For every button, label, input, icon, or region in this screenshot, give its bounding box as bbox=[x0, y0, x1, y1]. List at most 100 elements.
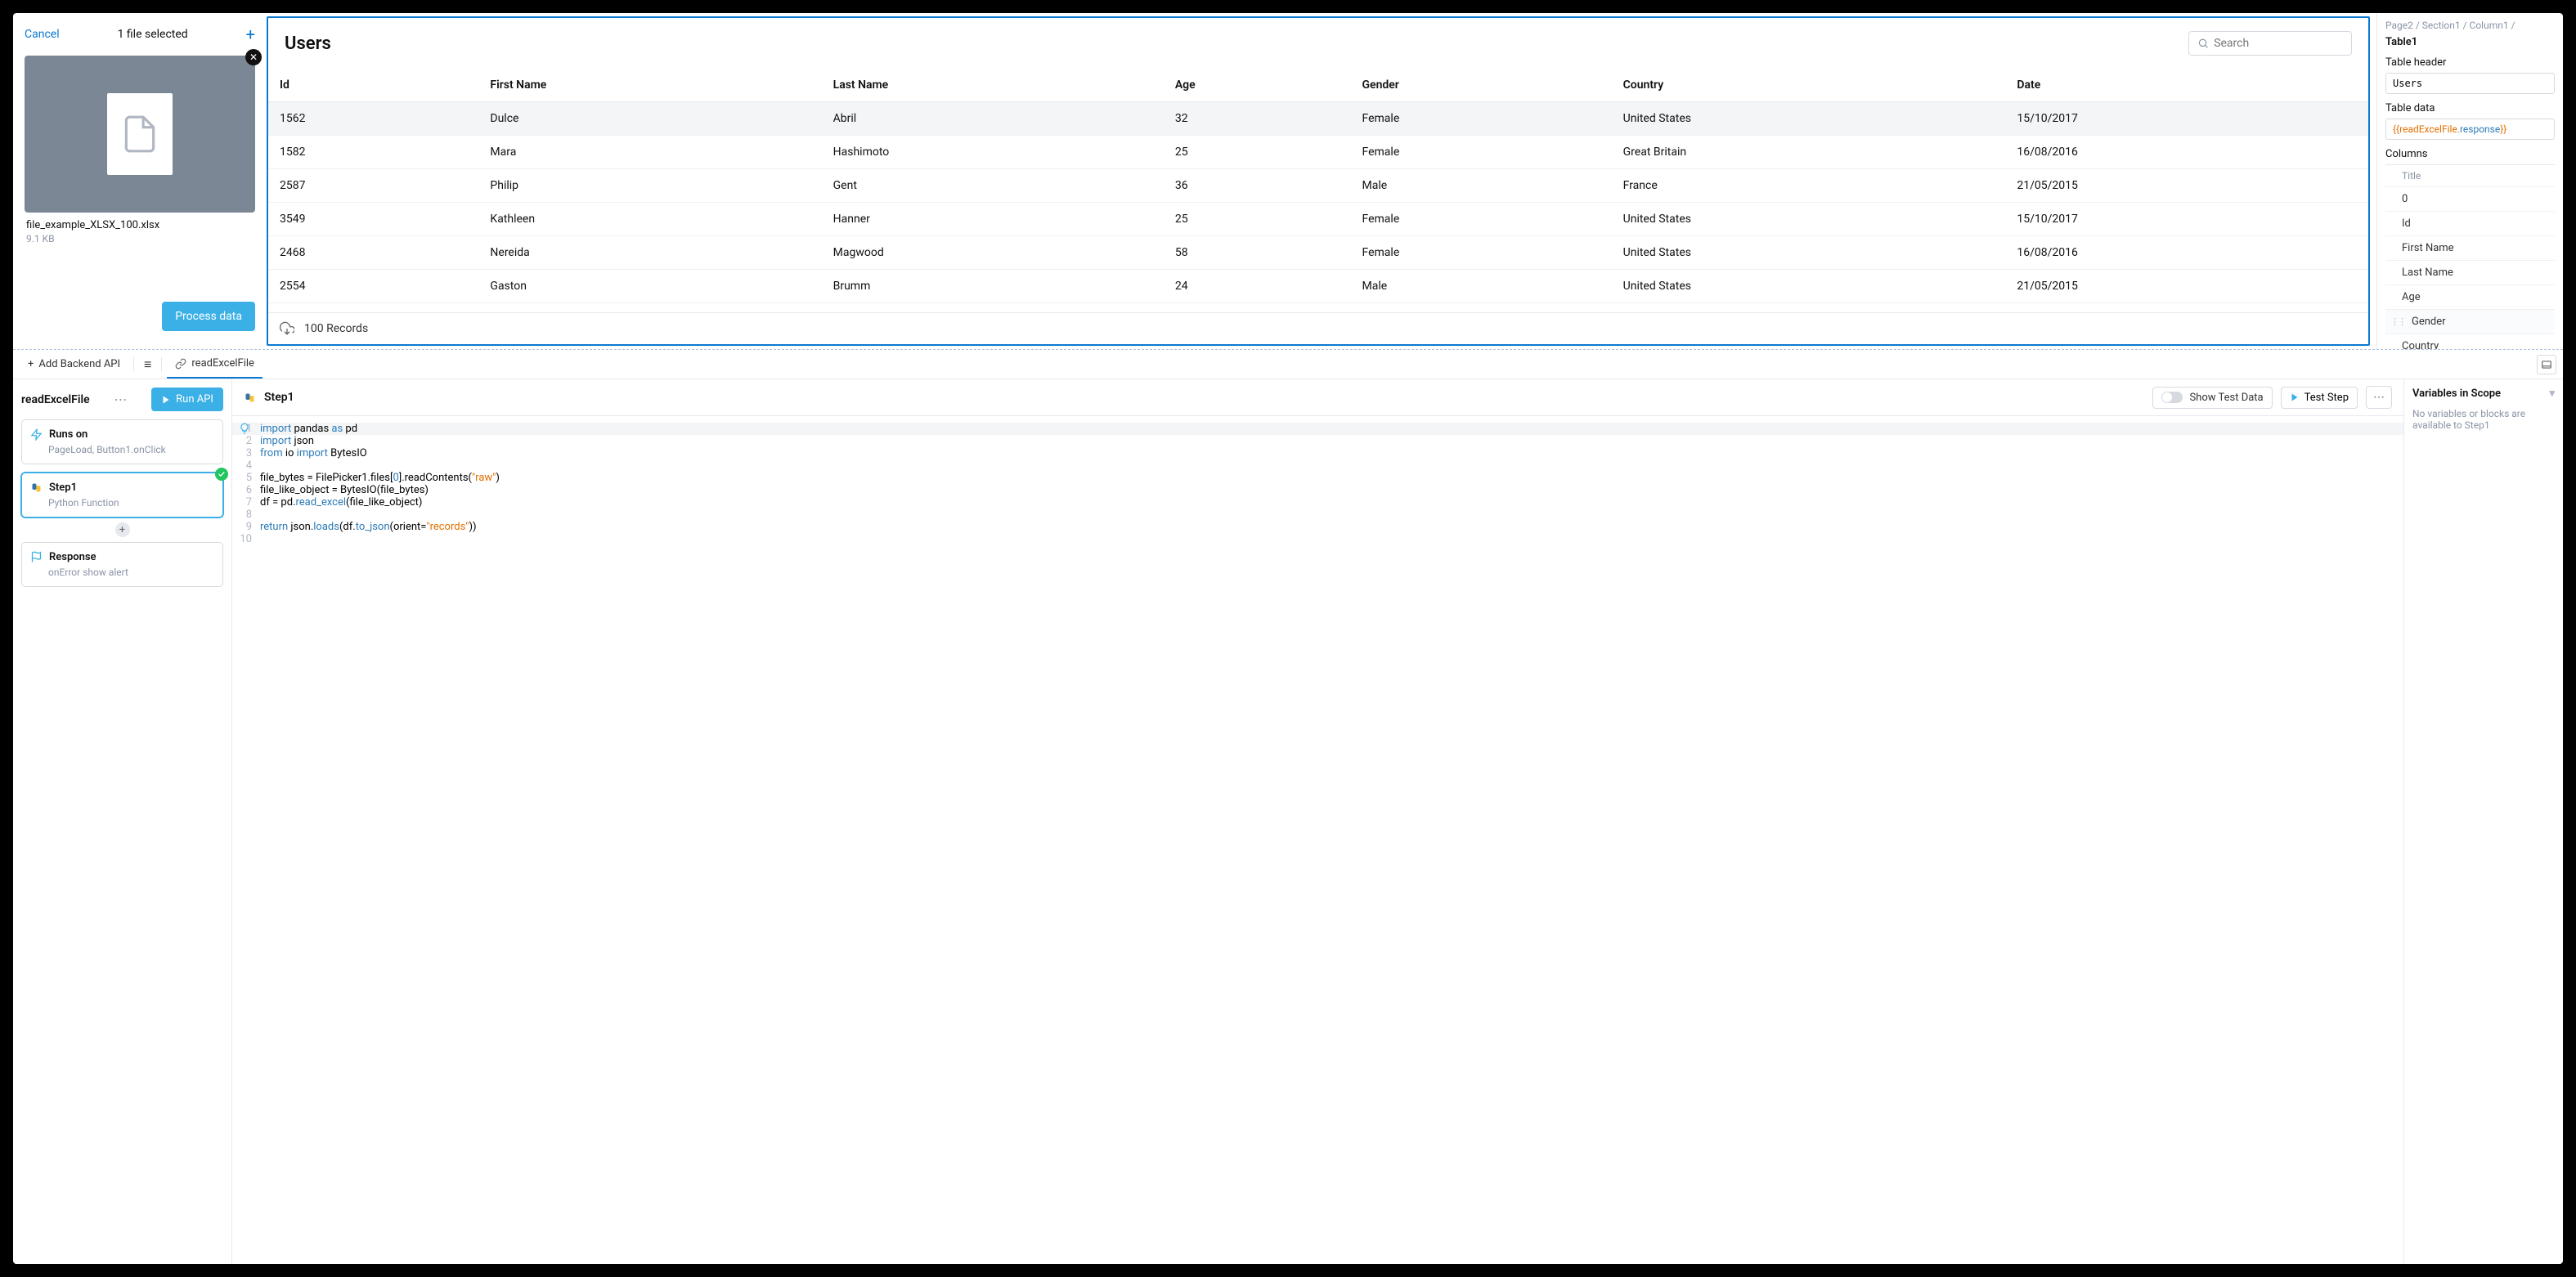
table-cell: United States bbox=[1612, 102, 2006, 136]
process-data-button[interactable]: Process data bbox=[162, 302, 255, 331]
runs-on-sub: PageLoad, Button1.onClick bbox=[48, 444, 214, 455]
table-cell: 1582 bbox=[268, 136, 478, 169]
component-name: Table1 bbox=[2385, 36, 2555, 48]
runs-on-card[interactable]: Runs on PageLoad, Button1.onClick bbox=[21, 419, 223, 464]
workflow-menu-icon[interactable]: ⋯ bbox=[110, 392, 130, 407]
divider bbox=[161, 357, 162, 372]
step-title: Step1 bbox=[264, 391, 294, 404]
step-menu-button[interactable]: ⋯ bbox=[2366, 386, 2392, 409]
table-cell: 21/05/2015 bbox=[2005, 270, 2368, 303]
variables-panel: Variables in Scope ▾ No variables or blo… bbox=[2403, 379, 2563, 1264]
link-icon bbox=[175, 358, 186, 370]
document-icon bbox=[119, 110, 160, 159]
run-api-button[interactable]: Run API bbox=[151, 388, 223, 411]
table-cell: 15/10/2017 bbox=[2005, 102, 2368, 136]
column-header[interactable]: Country bbox=[1612, 69, 2006, 102]
table-cell: Gaston bbox=[478, 270, 821, 303]
breadcrumb-item[interactable]: Section1 bbox=[2422, 20, 2461, 31]
code-line[interactable]: 6file_like_object = BytesIO(file_bytes) bbox=[232, 484, 2403, 496]
column-header[interactable]: Id bbox=[268, 69, 478, 102]
table-title: Users bbox=[285, 34, 331, 54]
table-data-input[interactable]: {{readExcelFile.response}} bbox=[2385, 119, 2555, 140]
table-cell: Nereida bbox=[478, 236, 821, 270]
breadcrumb-item[interactable]: Page2 bbox=[2385, 20, 2413, 31]
file-picker-panel: Cancel 1 file selected + ✕ file_example_… bbox=[13, 13, 267, 349]
code-line[interactable]: 4 bbox=[232, 459, 2403, 472]
flag-icon bbox=[30, 551, 43, 563]
response-card[interactable]: Response onError show alert bbox=[21, 542, 223, 587]
workflow-sidebar: readExcelFile ⋯ Run API Runs on PageLoad… bbox=[13, 379, 232, 1264]
code-line[interactable]: 2import json bbox=[232, 435, 2403, 447]
table-row[interactable]: 1562DulceAbril32FemaleUnited States15/10… bbox=[268, 102, 2368, 136]
menu-icon[interactable]: ≡ bbox=[139, 356, 156, 373]
table-header-input[interactable] bbox=[2385, 73, 2555, 94]
remove-file-icon[interactable]: ✕ bbox=[245, 49, 262, 65]
lightbulb-icon[interactable] bbox=[239, 423, 250, 434]
table-cell: 36 bbox=[1164, 169, 1351, 203]
column-header[interactable]: Age bbox=[1164, 69, 1351, 102]
table-cell: Male bbox=[1351, 169, 1612, 203]
column-config-item[interactable]: 0 bbox=[2385, 187, 2555, 212]
code-line[interactable]: 3from io import BytesIO bbox=[232, 447, 2403, 459]
table-cell: Gent bbox=[822, 169, 1164, 203]
code-editor[interactable]: 1import pandas as pd2import json3from io… bbox=[232, 415, 2403, 1264]
column-config-item[interactable]: Age bbox=[2385, 285, 2555, 310]
table-cell: Dulce bbox=[478, 102, 821, 136]
column-config-item[interactable]: ⋮⋮Gender bbox=[2385, 310, 2555, 334]
column-header[interactable]: Date bbox=[2005, 69, 2368, 102]
code-line[interactable]: 1import pandas as pd bbox=[232, 423, 2403, 435]
cancel-link[interactable]: Cancel bbox=[25, 28, 60, 41]
table-cell: Philip bbox=[478, 169, 821, 203]
column-header[interactable]: First Name bbox=[478, 69, 821, 102]
column-header[interactable]: Gender bbox=[1351, 69, 1612, 102]
breadcrumb-item[interactable]: Column1 bbox=[2470, 20, 2509, 31]
column-config-item[interactable]: Country bbox=[2385, 334, 2555, 349]
table-row[interactable]: 1582MaraHashimoto25FemaleGreat Britain16… bbox=[268, 136, 2368, 169]
step1-sub: Python Function bbox=[48, 497, 214, 509]
drag-handle-icon[interactable]: ⋮⋮ bbox=[2390, 316, 2405, 327]
search-input[interactable] bbox=[2214, 37, 2343, 50]
add-step-button[interactable]: + bbox=[115, 522, 130, 537]
bolt-icon bbox=[30, 428, 43, 441]
column-config-item[interactable]: First Name bbox=[2385, 236, 2555, 261]
code-line[interactable]: 8 bbox=[232, 509, 2403, 521]
table-row[interactable]: 2554GastonBrumm24MaleUnited States21/05/… bbox=[268, 270, 2368, 303]
test-step-button[interactable]: Test Step bbox=[2281, 387, 2358, 409]
code-line[interactable]: 7df = pd.read_excel(file_like_object) bbox=[232, 496, 2403, 509]
file-card[interactable]: ✕ file_example_XLSX_100.xlsx 9.1 KB bbox=[25, 56, 255, 244]
breadcrumb[interactable]: Page2 / Section1 / Column1 / bbox=[2385, 20, 2555, 31]
panel-toggle-button[interactable] bbox=[2537, 355, 2556, 374]
show-test-data-toggle[interactable]: Show Test Data bbox=[2152, 387, 2272, 409]
column-config-item[interactable]: Id bbox=[2385, 212, 2555, 236]
table-row[interactable]: 2468NereidaMagwood58FemaleUnited States1… bbox=[268, 236, 2368, 270]
step1-card[interactable]: Step1 Python Function bbox=[21, 473, 223, 518]
download-icon[interactable] bbox=[280, 321, 294, 336]
tab-readexcelfile[interactable]: readExcelFile bbox=[167, 350, 263, 379]
table-cell: 16/08/2016 bbox=[2005, 136, 2368, 169]
data-table: IdFirst NameLast NameAgeGenderCountryDat… bbox=[268, 69, 2368, 303]
code-line[interactable]: 5file_bytes = FilePicker1.files[0].readC… bbox=[232, 472, 2403, 484]
code-line[interactable]: 10 bbox=[232, 533, 2403, 545]
table-cell: Female bbox=[1351, 136, 1612, 169]
record-count-label: 100 Records bbox=[304, 322, 368, 335]
variables-title: Variables in Scope bbox=[2412, 388, 2501, 400]
chevron-down-icon[interactable]: ▾ bbox=[2549, 388, 2555, 400]
users-table-widget[interactable]: Users IdFirst NameLast NameAgeGenderCoun… bbox=[267, 16, 2370, 346]
table-cell: United States bbox=[1612, 203, 2006, 236]
add-backend-api-button[interactable]: + Add Backend API bbox=[20, 358, 128, 370]
column-header[interactable]: Last Name bbox=[822, 69, 1164, 102]
table-cell: Mara bbox=[478, 136, 821, 169]
table-cell: United States bbox=[1612, 236, 2006, 270]
table-cell: Abril bbox=[822, 102, 1164, 136]
table-cell: France bbox=[1612, 169, 2006, 203]
table-cell: Magwood bbox=[822, 236, 1164, 270]
add-file-icon[interactable]: + bbox=[246, 25, 255, 44]
table-row[interactable]: 2587PhilipGent36MaleFrance21/05/2015 bbox=[268, 169, 2368, 203]
table-cell: Kathleen bbox=[478, 203, 821, 236]
code-line[interactable]: 9return json.loads(df.to_json(orient="re… bbox=[232, 521, 2403, 533]
column-config-item[interactable]: Last Name bbox=[2385, 261, 2555, 285]
file-name-label: file_example_XLSX_100.xlsx bbox=[26, 219, 255, 231]
table-search-box[interactable] bbox=[2188, 31, 2352, 56]
table-cell: Brumm bbox=[822, 270, 1164, 303]
table-row[interactable]: 3549KathleenHanner25FemaleUnited States1… bbox=[268, 203, 2368, 236]
